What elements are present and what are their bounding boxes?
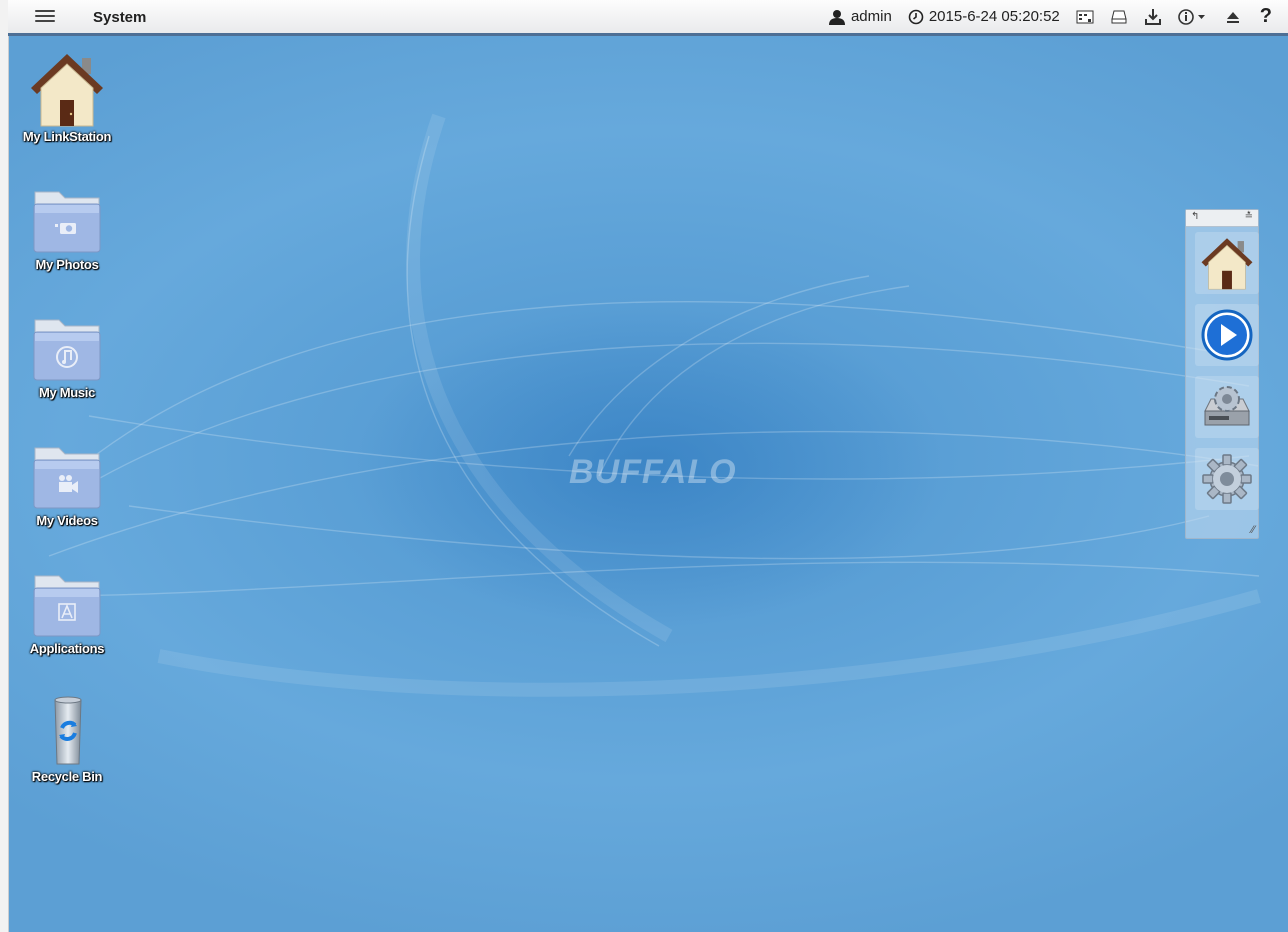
info-dropdown-icon[interactable] bbox=[1176, 6, 1210, 28]
dock-item-settings[interactable] bbox=[1195, 448, 1259, 510]
home-icon bbox=[1201, 238, 1253, 290]
applications-folder-icon bbox=[27, 560, 107, 642]
page-title: System bbox=[93, 9, 147, 26]
desktop-icon-my-linkstation[interactable]: My LinkStation bbox=[9, 48, 125, 144]
settings-gear-icon bbox=[1202, 454, 1252, 504]
quick-launch-dock: ↰ ≛ ⁄⁄ bbox=[1185, 209, 1259, 539]
clock-icon bbox=[908, 9, 924, 24]
eject-icon[interactable] bbox=[1222, 6, 1244, 28]
desktop-icon-my-videos[interactable]: My Videos bbox=[9, 432, 125, 528]
desktop-icon-applications[interactable]: Applications bbox=[9, 560, 125, 656]
home-icon bbox=[27, 48, 107, 130]
desktop-icon-my-photos[interactable]: My Photos bbox=[9, 176, 125, 272]
dock-item-drive-settings[interactable] bbox=[1195, 376, 1259, 438]
play-icon bbox=[1201, 309, 1253, 361]
desktop-icon-label: My Music bbox=[38, 385, 96, 400]
dock-item-media-player[interactable] bbox=[1195, 304, 1259, 366]
desktop-icon-recycle-bin[interactable]: Recycle Bin bbox=[9, 688, 125, 784]
download-icon[interactable] bbox=[1142, 6, 1164, 28]
clock: 2015-6-24 05:20:52 bbox=[908, 8, 1060, 25]
dock-resize-handle-icon[interactable]: ⁄⁄ bbox=[1251, 524, 1255, 536]
drive-settings-icon bbox=[1204, 386, 1250, 426]
username: admin bbox=[850, 8, 892, 25]
videos-folder-icon bbox=[27, 432, 107, 514]
desktop-icon-my-music[interactable]: My Music bbox=[9, 304, 125, 400]
desktop-icon-label: My Videos bbox=[36, 513, 98, 528]
top-bar: System admin 2015-6-24 05:20:52 ? bbox=[8, 0, 1288, 36]
dock-header: ↰ ≛ bbox=[1186, 210, 1258, 227]
user-menu[interactable]: admin bbox=[828, 8, 892, 25]
desktop-icon-label: Recycle Bin bbox=[31, 769, 103, 784]
help-icon[interactable]: ? bbox=[1260, 5, 1272, 28]
photos-folder-icon bbox=[27, 176, 107, 258]
recycle-bin-icon bbox=[27, 688, 107, 770]
user-icon bbox=[828, 9, 845, 25]
display-icon[interactable] bbox=[1074, 6, 1096, 28]
window-left-edge bbox=[0, 0, 9, 932]
desktop-icon-label: My LinkStation bbox=[22, 129, 112, 144]
music-folder-icon bbox=[27, 304, 107, 386]
dock-collapse-icon[interactable]: ≛ bbox=[1245, 211, 1253, 222]
dock-item-home[interactable] bbox=[1195, 232, 1259, 294]
desktop-icon-label: My Photos bbox=[35, 257, 99, 272]
top-bar-status: admin 2015-6-24 05:20:52 ? bbox=[828, 0, 1288, 33]
hamburger-menu-icon[interactable] bbox=[32, 8, 58, 26]
dock-back-icon[interactable]: ↰ bbox=[1191, 211, 1199, 222]
drive-icon[interactable] bbox=[1108, 6, 1130, 28]
desktop-icon-label: Applications bbox=[29, 641, 105, 656]
desktop: BUFFALO My LinkStation My Photos My Musi… bbox=[9, 36, 1288, 932]
brand-logo: BUFFALO bbox=[569, 453, 737, 491]
date-time: 2015-6-24 05:20:52 bbox=[928, 8, 1060, 25]
